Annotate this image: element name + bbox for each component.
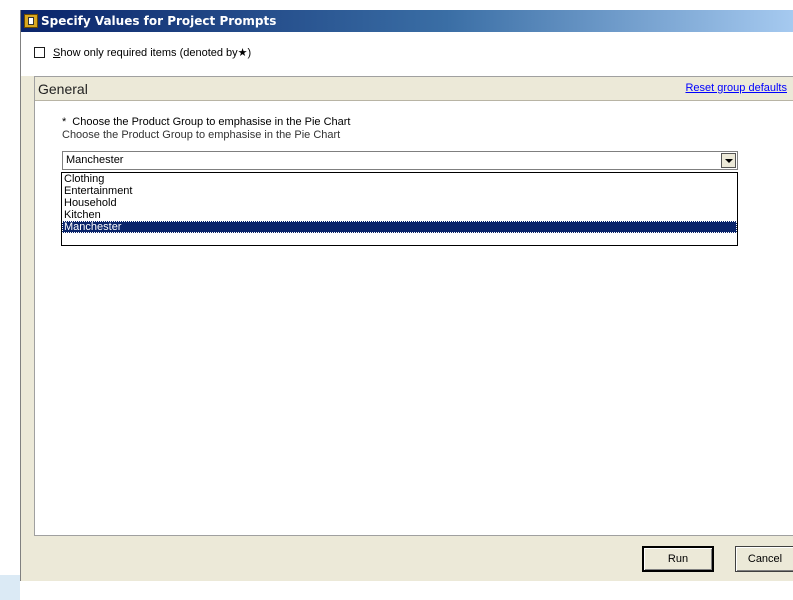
show-required-label: Show only required items (denoted by★) <box>53 46 251 59</box>
reset-group-defaults-link[interactable]: Reset group defaults <box>685 82 787 94</box>
required-star-icon: ★ <box>237 47 248 59</box>
product-group-select[interactable]: Manchester <box>62 151 738 170</box>
cancel-button[interactable]: Cancel <box>735 546 793 572</box>
options-bar: Show only required items (denoted by★) <box>21 32 793 76</box>
show-required-close: ) <box>247 47 252 59</box>
prompt-description: Choose the Product Group to emphasise in… <box>62 129 341 141</box>
group-header: General Reset group defaults <box>35 77 793 101</box>
dropdown-option-kitchen[interactable]: Kitchen <box>62 209 737 221</box>
prompt-title: * Choose the Product Group to emphasise i… <box>62 116 351 128</box>
group-title: General <box>38 81 88 97</box>
show-required-option[interactable]: Show only required items (denoted by★) <box>34 46 251 59</box>
product-group-dropdown-list: Clothing Entertainment Household Kitchen… <box>61 172 738 246</box>
product-group-selected-value: Manchester <box>66 154 124 166</box>
desktop-backdrop-highlight <box>0 575 20 600</box>
show-required-text: Show only required items (denoted by <box>53 47 238 59</box>
app-icon <box>24 14 38 28</box>
prompt-panel: General Reset group defaults * Choose the… <box>34 76 793 536</box>
dropdown-option-household[interactable]: Household <box>62 197 737 209</box>
chevron-down-icon[interactable] <box>721 153 736 168</box>
title-bar[interactable]: Specify Values for Project Prompts <box>21 10 793 32</box>
required-marker: * <box>62 116 67 128</box>
dropdown-option-manchester[interactable]: Manchester <box>62 221 737 233</box>
dropdown-option-entertainment[interactable]: Entertainment <box>62 185 737 197</box>
desktop-backdrop <box>0 0 20 581</box>
prompt-title-text: Choose the Product Group to emphasise in… <box>72 116 351 128</box>
prompt-dialog: Specify Values for Project Prompts Show … <box>20 10 793 581</box>
run-button[interactable]: Run <box>642 546 714 572</box>
window-title: Specify Values for Project Prompts <box>41 14 277 28</box>
dropdown-option-clothing[interactable]: Clothing <box>62 173 737 185</box>
show-required-checkbox[interactable] <box>34 47 45 58</box>
